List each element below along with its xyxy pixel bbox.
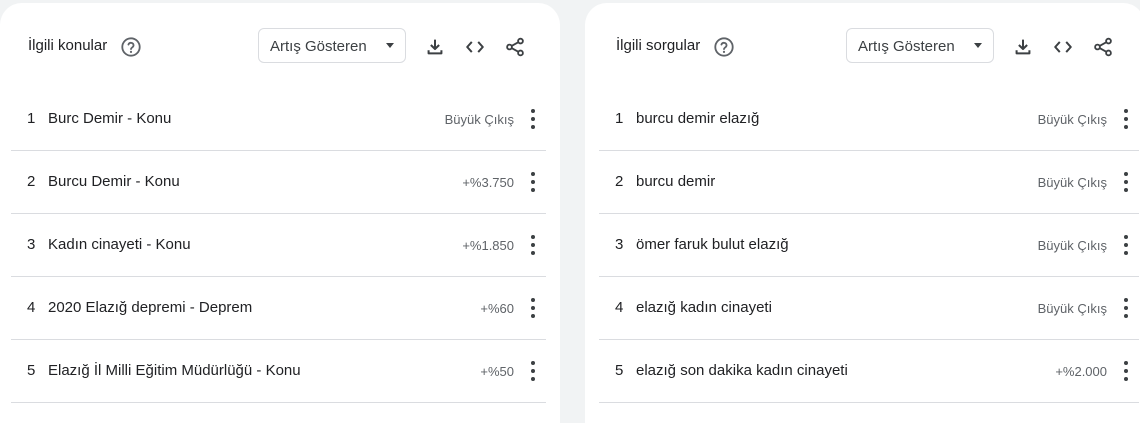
list-item[interactable]: 3 ömer faruk bulut elazığ Büyük Çıkış bbox=[599, 214, 1139, 277]
row-rank: 2 bbox=[615, 173, 624, 190]
row-rank: 4 bbox=[27, 299, 36, 316]
row-label[interactable]: Elazığ İl Milli Eğitim Müdürlüğü - Konu bbox=[48, 362, 301, 379]
row-value: Büyük Çıkış bbox=[1037, 301, 1107, 316]
list-item[interactable]: 1 Burc Demir - Konu Büyük Çıkış bbox=[11, 88, 546, 151]
row-rank: 3 bbox=[615, 236, 624, 253]
related-queries-card: İlgili sorgular Artış Gösteren 1 burcu d… bbox=[585, 3, 1140, 423]
row-value: +%60 bbox=[480, 301, 514, 316]
list-item[interactable]: 4 elazığ kadın cinayeti Büyük Çıkış bbox=[599, 277, 1139, 340]
row-rank: 4 bbox=[615, 299, 624, 316]
sort-dropdown[interactable]: Artış Gösteren bbox=[846, 28, 994, 63]
download-icon[interactable] bbox=[424, 36, 446, 58]
row-value: +%3.750 bbox=[462, 175, 514, 190]
dropdown-label: Artış Gösteren bbox=[270, 38, 367, 55]
row-label[interactable]: Kadın cinayeti - Konu bbox=[48, 236, 191, 253]
queries-list: 1 burcu demir elazığ Büyük Çıkış 2 burcu… bbox=[599, 88, 1139, 403]
row-value: Büyük Çıkış bbox=[1037, 238, 1107, 253]
row-label[interactable]: burcu demir elazığ bbox=[636, 110, 759, 127]
card-header: İlgili sorgular Artış Gösteren bbox=[585, 3, 1140, 88]
dropdown-label: Artış Gösteren bbox=[858, 38, 955, 55]
download-icon[interactable] bbox=[1012, 36, 1034, 58]
share-icon[interactable] bbox=[1092, 36, 1114, 58]
row-label[interactable]: Burcu Demir - Konu bbox=[48, 173, 180, 190]
more-vert-icon[interactable] bbox=[527, 108, 539, 130]
row-rank: 5 bbox=[27, 362, 36, 379]
row-rank: 5 bbox=[615, 362, 624, 379]
row-rank: 2 bbox=[27, 173, 36, 190]
row-value: Büyük Çıkış bbox=[1037, 175, 1107, 190]
list-item[interactable]: 2 Burcu Demir - Konu +%3.750 bbox=[11, 151, 546, 214]
list-item[interactable]: 4 2020 Elazığ depremi - Deprem +%60 bbox=[11, 277, 546, 340]
list-item[interactable]: 3 Kadın cinayeti - Konu +%1.850 bbox=[11, 214, 546, 277]
row-value: Büyük Çıkış bbox=[1037, 112, 1107, 127]
list-item[interactable]: 5 elazığ son dakika kadın cinayeti +%2.0… bbox=[599, 340, 1139, 403]
row-rank: 3 bbox=[27, 236, 36, 253]
card-header: İlgili konular Artış Gösteren bbox=[0, 3, 560, 88]
chevron-down-icon bbox=[974, 43, 982, 48]
card-title: İlgili sorgular bbox=[616, 37, 701, 54]
list-item[interactable]: 2 burcu demir Büyük Çıkış bbox=[599, 151, 1139, 214]
row-rank: 1 bbox=[27, 110, 36, 127]
topics-list: 1 Burc Demir - Konu Büyük Çıkış 2 Burcu … bbox=[11, 88, 546, 403]
row-value: +%2.000 bbox=[1055, 364, 1107, 379]
share-icon[interactable] bbox=[504, 36, 526, 58]
row-rank: 1 bbox=[615, 110, 624, 127]
chevron-down-icon bbox=[386, 43, 394, 48]
row-value: Büyük Çıkış bbox=[444, 112, 514, 127]
more-vert-icon[interactable] bbox=[527, 171, 539, 193]
row-value: +%1.850 bbox=[462, 238, 514, 253]
list-item[interactable]: 1 burcu demir elazığ Büyük Çıkış bbox=[599, 88, 1139, 151]
help-circle-icon[interactable] bbox=[120, 36, 142, 58]
code-embed-icon[interactable] bbox=[464, 36, 486, 58]
more-vert-icon[interactable] bbox=[1120, 108, 1132, 130]
more-vert-icon[interactable] bbox=[527, 297, 539, 319]
row-label[interactable]: Burc Demir - Konu bbox=[48, 110, 171, 127]
more-vert-icon[interactable] bbox=[1120, 297, 1132, 319]
sort-dropdown[interactable]: Artış Gösteren bbox=[258, 28, 406, 63]
more-vert-icon[interactable] bbox=[1120, 234, 1132, 256]
row-label[interactable]: ömer faruk bulut elazığ bbox=[636, 236, 789, 253]
more-vert-icon[interactable] bbox=[1120, 171, 1132, 193]
more-vert-icon[interactable] bbox=[1120, 360, 1132, 382]
related-topics-card: İlgili konular Artış Gösteren 1 Burc Dem… bbox=[0, 3, 560, 423]
row-value: +%50 bbox=[480, 364, 514, 379]
more-vert-icon[interactable] bbox=[527, 234, 539, 256]
row-label[interactable]: elazığ kadın cinayeti bbox=[636, 299, 772, 316]
row-label[interactable]: elazığ son dakika kadın cinayeti bbox=[636, 362, 848, 379]
card-title: İlgili konular bbox=[28, 37, 108, 54]
row-label[interactable]: 2020 Elazığ depremi - Deprem bbox=[48, 299, 252, 316]
more-vert-icon[interactable] bbox=[527, 360, 539, 382]
row-label[interactable]: burcu demir bbox=[636, 173, 715, 190]
list-item[interactable]: 5 Elazığ İl Milli Eğitim Müdürlüğü - Kon… bbox=[11, 340, 546, 403]
code-embed-icon[interactable] bbox=[1052, 36, 1074, 58]
help-circle-icon[interactable] bbox=[713, 36, 735, 58]
